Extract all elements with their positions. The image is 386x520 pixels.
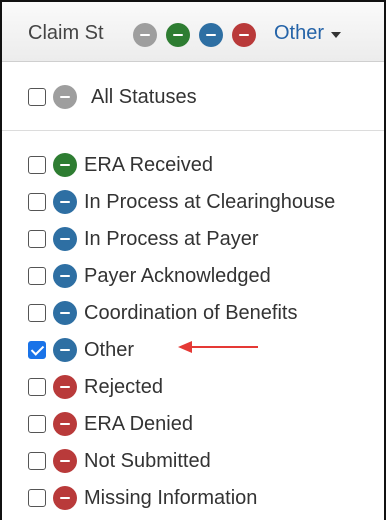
blue-status-icon <box>53 227 77 251</box>
option-label: Other <box>84 338 135 361</box>
status-option[interactable]: Coordination of Benefits <box>28 298 378 328</box>
option-label: ERA Denied <box>84 412 193 435</box>
blue-status-icon <box>53 338 77 362</box>
blue-status-icon <box>53 190 77 214</box>
status-checkbox[interactable] <box>28 230 46 248</box>
blue-status-icon <box>53 264 77 288</box>
caret-down-icon <box>331 31 342 38</box>
status-checkbox[interactable] <box>28 489 46 507</box>
status-checkbox[interactable] <box>28 304 46 322</box>
menu-divider <box>2 130 384 131</box>
status-filter-title: Claim St <box>28 22 104 44</box>
filter-dropdown-toggle[interactable]: Other <box>274 22 342 45</box>
green-status-icon <box>53 153 77 177</box>
red-status-icon <box>53 486 77 510</box>
status-filter-dropdown: Claim St Other All Statuses ERA Received… <box>0 0 386 520</box>
all-statuses-checkbox[interactable] <box>28 88 46 106</box>
status-option[interactable]: In Process at Clearinghouse <box>28 187 378 217</box>
status-option[interactable]: Payer Acknowledged <box>28 261 378 291</box>
option-all-statuses[interactable]: All Statuses <box>28 82 378 112</box>
status-option[interactable]: Rejected <box>28 372 378 402</box>
option-label: ERA Received <box>84 153 213 176</box>
option-label: Not Submitted <box>84 449 211 472</box>
green-status-icon <box>166 23 190 47</box>
status-checkbox[interactable] <box>28 378 46 396</box>
option-label: In Process at Clearinghouse <box>84 190 336 213</box>
red-arrow-icon <box>178 341 258 353</box>
option-label: Coordination of Benefits <box>84 301 298 324</box>
red-status-icon <box>53 375 77 399</box>
option-label: Payer Acknowledged <box>84 264 271 287</box>
status-option[interactable]: ERA Denied <box>28 409 378 439</box>
status-checkbox[interactable] <box>28 415 46 433</box>
status-option[interactable]: Not Submitted <box>28 446 378 476</box>
status-option[interactable]: ERA Received <box>28 150 378 180</box>
gray-status-icon <box>53 85 77 109</box>
red-status-icon <box>232 23 256 47</box>
status-option[interactable]: In Process at Payer <box>28 224 378 254</box>
gray-status-icon <box>133 23 157 47</box>
red-status-icon <box>53 412 77 436</box>
option-label: All Statuses <box>91 85 197 108</box>
status-checkbox[interactable] <box>28 193 46 211</box>
blue-status-icon <box>199 23 223 47</box>
option-label: Missing Information <box>84 486 258 509</box>
red-status-icon <box>53 449 77 473</box>
status-checkbox[interactable] <box>28 267 46 285</box>
status-checkbox[interactable] <box>28 341 46 359</box>
option-label: Rejected <box>84 375 163 398</box>
status-option[interactable]: Missing Information <box>28 483 378 513</box>
status-checkbox[interactable] <box>28 156 46 174</box>
filter-dropdown-label: Other <box>274 22 325 44</box>
blue-status-icon <box>53 301 77 325</box>
option-label: In Process at Payer <box>84 227 259 250</box>
status-filter-header[interactable]: Claim St Other <box>2 2 384 62</box>
status-checkbox[interactable] <box>28 452 46 470</box>
